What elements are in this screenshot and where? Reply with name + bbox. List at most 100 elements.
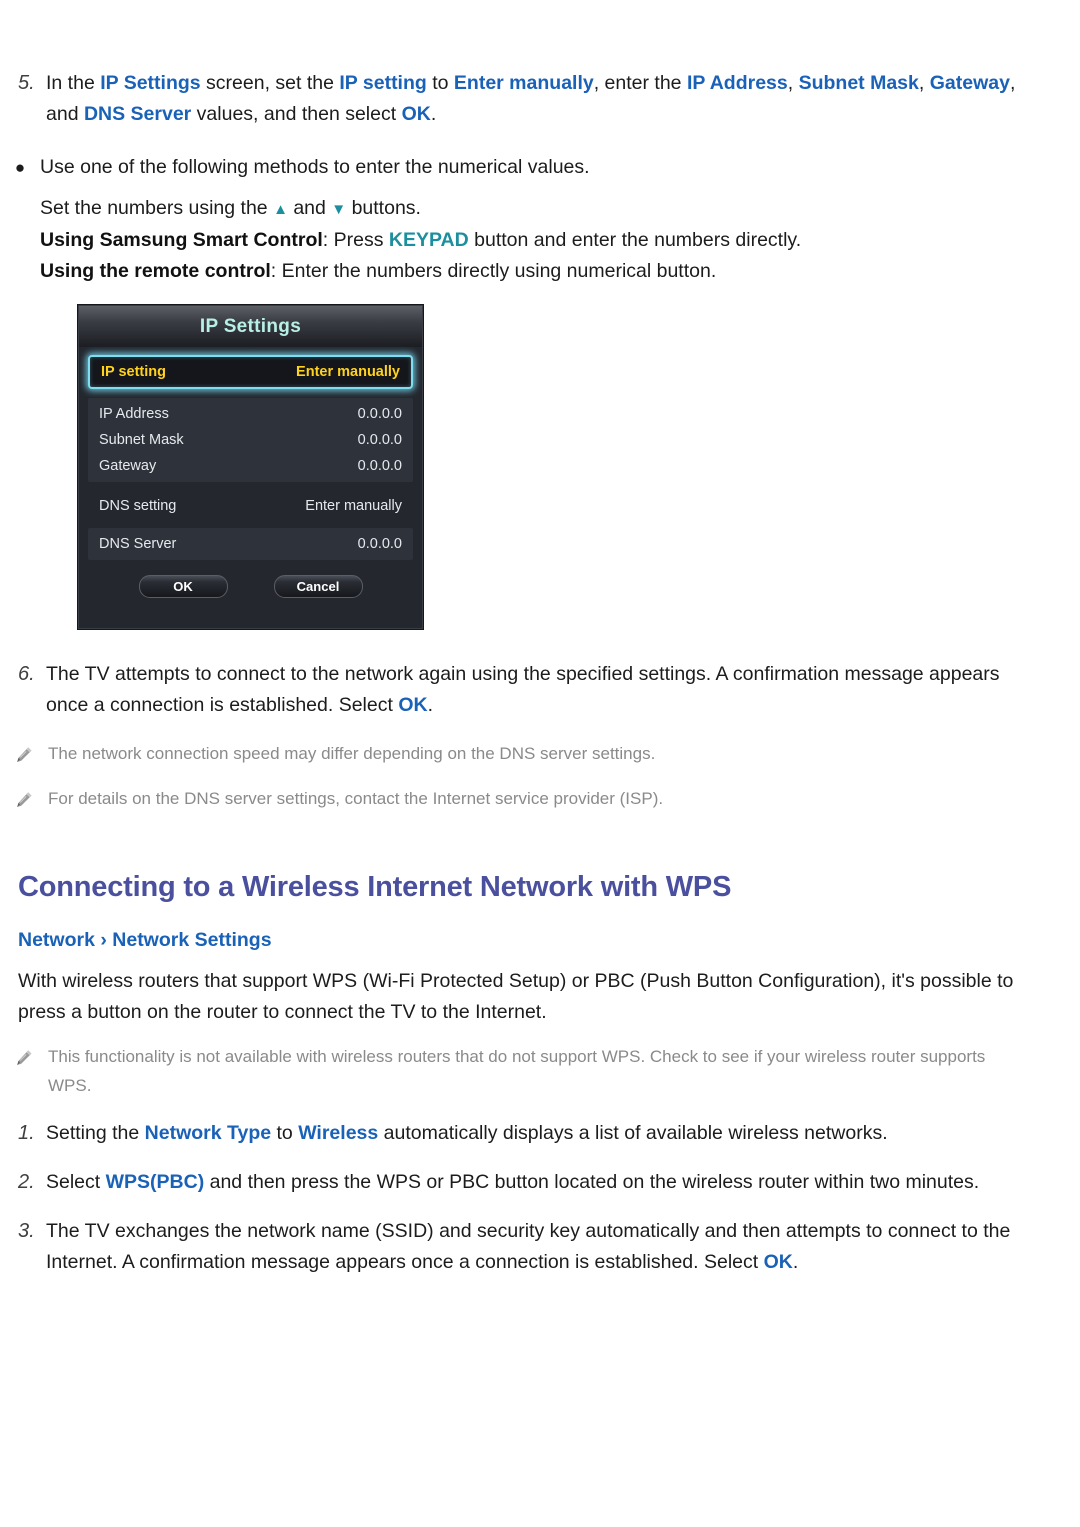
step-6-text: The TV attempts to connect to the networ…: [46, 659, 1080, 721]
section-intro-paragraph: With wireless routers that support WPS (…: [18, 970, 1014, 1023]
step-5-run-6: , enter the: [593, 72, 687, 94]
note-wps-support-text: This functionality is not available with…: [48, 1047, 986, 1095]
wps-step-3-ok: OK: [763, 1251, 793, 1273]
note-wps-support: This functionality is not available with…: [0, 1042, 1080, 1100]
gap-after-step5: [0, 130, 1080, 152]
gap-before-wps-note: [0, 1028, 1080, 1042]
step-6-text-b: .: [427, 694, 433, 716]
step-5-run-14: values, and then select: [191, 103, 402, 125]
step-5: 5. In the IP Settings screen, set the IP…: [0, 68, 1080, 130]
keypad-key: KEYPAD: [388, 229, 469, 251]
dialog-row-subnet-mask-label: Subnet Mask: [99, 432, 184, 448]
pencil-icon: [0, 1042, 48, 1073]
manual-page: 5. In the IP Settings screen, set the IP…: [0, 0, 1080, 1527]
step-5-run-5: Enter manually: [453, 72, 594, 94]
gap-after-bullet: [0, 183, 1080, 193]
wps-step-1-a: Setting the: [46, 1122, 145, 1144]
dialog-row-ip-address-value: 0.0.0.0: [357, 406, 402, 422]
wpspbc-term: WPS(PBC): [105, 1171, 205, 1193]
bullet-marker: ●: [14, 158, 26, 177]
step-5-run-4: to: [426, 72, 454, 94]
dialog-row-ip-address[interactable]: IP Address 0.0.0.0: [88, 401, 413, 427]
remote-control-a: : Enter the numbers directly using numer…: [270, 260, 717, 282]
top-spacer-2: [0, 30, 1080, 68]
step-5-run-11: Gateway: [929, 72, 1010, 94]
up-arrow-icon: ▲: [273, 201, 288, 218]
dialog-button-bar: OK Cancel: [88, 569, 413, 616]
dialog-address-group: IP Address 0.0.0.0 Subnet Mask 0.0.0.0 G…: [88, 398, 413, 482]
wps-step-3: 3. The TV exchanges the network name (SS…: [0, 1216, 1080, 1278]
step-5-run-0: In the: [46, 72, 101, 94]
step-5-run-16: .: [430, 103, 437, 125]
dialog-row-subnet-mask-value: 0.0.0.0: [357, 432, 402, 448]
top-spacer: [0, 0, 1080, 30]
bullet-text: Use one of the following methods to ente…: [40, 156, 590, 178]
step-6: 6. The TV attempts to connect to the net…: [0, 659, 1080, 721]
dialog-row-dns-server-label: DNS Server: [99, 536, 177, 552]
gap-after-breadcrumb: [0, 956, 1080, 966]
dialog-ok-button[interactable]: OK: [138, 575, 228, 598]
step-5-run-13: DNS Server: [83, 103, 192, 125]
step-5-run-10: ,: [918, 72, 930, 94]
step-5-run-9: Subnet Mask: [798, 72, 919, 94]
step-5-run-8: ,: [787, 72, 799, 94]
wps-step-2-a: Select: [46, 1171, 106, 1193]
gap-after-title: [0, 907, 1080, 925]
gap-between-notes: [0, 770, 1080, 784]
step-6-number: 6.: [18, 663, 35, 685]
dialog-row-dns-server[interactable]: DNS Server 0.0.0.0: [88, 531, 413, 557]
page-title: Connecting to a Wireless Internet Networ…: [18, 871, 732, 903]
wps-step-2-text: Select WPS(PBC) and then press the WPS o…: [46, 1167, 1080, 1198]
pencil-icon: [0, 784, 48, 815]
dialog-row-gateway[interactable]: Gateway 0.0.0.0: [88, 453, 413, 479]
note-dns-speed: The network connection speed may differ …: [0, 739, 1080, 770]
dialog-row-dns-setting-value: Enter manually: [305, 498, 402, 514]
dialog-row-dns-server-value: 0.0.0.0: [357, 536, 402, 552]
dialog-row-subnet-mask[interactable]: Subnet Mask 0.0.0.0: [88, 427, 413, 453]
wps-step-1-text: Setting the Network Type to Wireless aut…: [46, 1118, 1080, 1149]
dialog-row-ip-setting-label: IP setting: [101, 364, 166, 380]
dialog-row-ip-setting-value: Enter manually: [296, 364, 400, 380]
gap-before-notes: [0, 721, 1080, 739]
step-6-ok: OK: [398, 694, 428, 716]
ip-settings-dialog: IP Settings IP setting Enter manually IP…: [78, 305, 423, 629]
wps-step-2-b: and then press the WPS or PBC button loc…: [204, 1171, 980, 1193]
dialog-row-gateway-label: Gateway: [99, 458, 157, 474]
step-5-number: 5.: [18, 72, 35, 94]
sub-line-smart-control: Using Samsung Smart Control: Press KEYPA…: [40, 225, 1080, 256]
wps-step-2: 2. Select WPS(PBC) and then press the WP…: [0, 1167, 1080, 1198]
dialog-row-dns-setting[interactable]: DNS setting Enter manually: [88, 491, 413, 521]
gap-before-section: [0, 815, 1080, 853]
gap-after-dialog: [0, 629, 1080, 659]
step-5-run-2: screen, set the: [200, 72, 340, 94]
gap-step2-step3: [0, 1198, 1080, 1216]
smart-control-b: button and enter the numbers directly.: [468, 229, 802, 251]
wps-step-1-c: automatically displays a list of availab…: [378, 1122, 888, 1144]
wps-step-1-b: to: [271, 1122, 299, 1144]
gap-before-dialog: [0, 287, 1080, 305]
sub-line-arrows: Set the numbers using the ▲ and ▼ button…: [40, 193, 1080, 225]
gap-before-wps-steps: [0, 1100, 1080, 1118]
wps-step-2-number: 2.: [18, 1171, 35, 1193]
wps-step-3-text: The TV exchanges the network name (SSID)…: [46, 1216, 1080, 1278]
breadcrumb: Network › Network Settings: [18, 929, 272, 951]
dialog-row-ip-setting[interactable]: IP setting Enter manually: [88, 355, 413, 389]
wireless-term: Wireless: [298, 1122, 379, 1144]
dialog-row-dns-setting-label: DNS setting: [99, 498, 177, 514]
smart-control-label: Using Samsung Smart Control: [40, 229, 323, 251]
note-dns-speed-text: The network connection speed may differ …: [48, 744, 656, 763]
remote-control-label: Using the remote control: [40, 260, 271, 282]
step-5-run-7: IP Address: [686, 72, 788, 94]
wps-step-3-number: 3.: [18, 1220, 35, 1242]
wps-step-1: 1. Setting the Network Type to Wireless …: [0, 1118, 1080, 1149]
step-5-run-1: IP Settings: [100, 72, 201, 94]
wps-step-3-a: The TV exchanges the network name (SSID)…: [46, 1220, 1011, 1273]
step-6-text-a: The TV attempts to connect to the networ…: [46, 663, 1000, 716]
wps-step-1-number: 1.: [18, 1122, 35, 1144]
step-5-text: In the IP Settings screen, set the IP se…: [46, 68, 1080, 130]
ip-settings-dialog-title: IP Settings: [199, 315, 302, 337]
wps-step-3-b: .: [792, 1251, 799, 1273]
dialog-cancel-button[interactable]: Cancel: [273, 575, 363, 598]
note-isp-contact: For details on the DNS server settings, …: [0, 784, 1080, 815]
step-5-run-3: IP setting: [339, 72, 427, 94]
